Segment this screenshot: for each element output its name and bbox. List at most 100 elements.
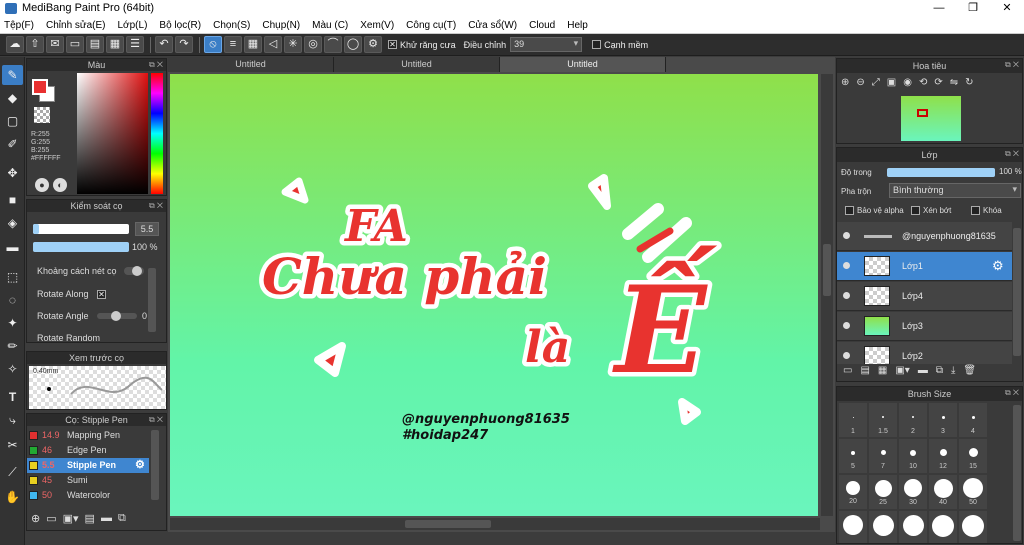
color-picker-icon[interactable]: ◐ — [53, 178, 67, 192]
brush-size-slider[interactable] — [33, 224, 129, 234]
layer-row[interactable]: Lớp3 — [837, 312, 1012, 341]
add-brush-icon[interactable]: ⊕ — [31, 512, 40, 528]
duplicate-layer-icon[interactable]: ⧉ — [936, 365, 943, 379]
panel-icon[interactable]: ▭ — [66, 36, 84, 53]
brush-size-cell[interactable] — [959, 511, 987, 543]
protect-alpha-option[interactable]: Bảo vệ alpha — [845, 206, 904, 215]
chat-icon[interactable]: ✉ — [46, 36, 64, 53]
layer-list-scrollbar[interactable] — [1013, 228, 1021, 356]
brush-size-cell[interactable]: 1 — [839, 403, 867, 437]
operation-tool-icon[interactable]: ⤷ — [2, 410, 23, 430]
copy-brush-icon[interactable]: ▤ — [85, 512, 95, 528]
clipping-option[interactable]: Xén bớt — [911, 206, 951, 215]
brush-size-cell[interactable]: 4 — [959, 403, 987, 437]
divide-tool-icon[interactable]: ✂ — [2, 435, 23, 455]
circle-snap-icon[interactable]: ◎ — [304, 36, 322, 53]
brush-menu-icon[interactable]: ▣▾ — [63, 512, 79, 528]
eye-icon[interactable] — [843, 292, 850, 299]
brush-size-cell[interactable] — [899, 511, 927, 543]
text-tool-icon[interactable]: T — [2, 387, 23, 407]
lock-option[interactable]: Khóa — [971, 206, 1002, 215]
layer-menu-icon[interactable]: ▣▾ — [895, 365, 909, 379]
tab-document-2[interactable]: Untitled — [334, 57, 500, 72]
brush-size-cell[interactable]: 7 — [869, 439, 897, 473]
bucket-tool-icon[interactable]: ◈ — [2, 213, 23, 233]
panel-detach-icon[interactable]: ⧉ ✕ — [149, 415, 163, 425]
horizontal-scrollbar[interactable] — [405, 520, 491, 528]
spacing-slider[interactable] — [124, 266, 144, 276]
rotate-left-icon[interactable]: ⟲ — [919, 77, 927, 93]
eye-icon[interactable] — [843, 352, 850, 359]
brush-size-scrollbar[interactable] — [1013, 405, 1021, 541]
reset-icon[interactable]: ↻ — [965, 77, 973, 93]
rotate-along-checkbox[interactable]: ✕ — [97, 289, 109, 300]
actual-size-icon[interactable]: ▣ — [887, 77, 896, 93]
menu-window[interactable]: Cửa sổ(W) — [468, 20, 517, 31]
minimize-button[interactable]: — — [922, 0, 956, 17]
brush-item[interactable]: 14.9 Mapping Pen — [27, 428, 149, 443]
panel-detach-icon[interactable]: ⧉ ✕ — [149, 60, 163, 70]
duplicate-brush-icon[interactable]: ⧉ — [118, 512, 126, 528]
panel-detach-icon[interactable]: ⧉ ✕ — [1005, 388, 1019, 398]
brush-item[interactable]: 46 Edge Pen — [27, 443, 149, 458]
new-brush-icon[interactable]: ▭ — [46, 512, 56, 528]
brush-size-cell[interactable]: 1.5 — [869, 403, 897, 437]
menu-snap[interactable]: Chụp(N) — [262, 20, 300, 31]
layer-folder-icon[interactable]: ▬ — [918, 365, 928, 379]
delete-layer-icon[interactable]: 🗑 — [963, 365, 976, 379]
close-button[interactable]: ✕ — [990, 0, 1024, 17]
grid-snap-icon[interactable]: ▦ — [244, 36, 262, 53]
panel-detach-icon[interactable]: ⧉ ✕ — [149, 201, 163, 211]
antialias-checkbox[interactable]: ✕ — [388, 40, 397, 49]
brush-size-cell[interactable] — [839, 511, 867, 543]
eyedropper-icon[interactable]: ⟋ — [2, 462, 23, 482]
brush-size-cell[interactable] — [929, 511, 957, 543]
vertical-scrollbar[interactable] — [823, 244, 831, 296]
soft-edge-option[interactable]: Cạnh mềm — [592, 40, 648, 50]
tab-document-3[interactable]: Untitled — [500, 57, 666, 72]
menu-file[interactable]: Tệp(F) — [4, 20, 34, 31]
hue-slider[interactable] — [151, 73, 163, 194]
layer-row[interactable]: @nguyenphuong81635 — [837, 222, 1012, 251]
new-raster-layer-icon[interactable]: ▤ — [860, 365, 869, 379]
rect-tool-icon[interactable]: ▢ — [2, 111, 23, 131]
menu-help[interactable]: Help — [567, 20, 588, 31]
merge-layer-icon[interactable]: ⤓ — [951, 365, 955, 379]
pen-tool-icon[interactable]: ✐ — [2, 134, 23, 154]
brush-item[interactable]: 45 Sumi — [27, 473, 149, 488]
brush-size-cell[interactable]: 12 — [929, 439, 957, 473]
menu-edit[interactable]: Chỉnh sửa(E) — [46, 20, 106, 31]
brush-size-cell[interactable]: 3 — [929, 403, 957, 437]
parallel-snap-icon[interactable]: ≡ — [224, 36, 242, 53]
no-snap-icon[interactable]: ⦸ — [204, 36, 222, 53]
transparent-color-swatch[interactable] — [34, 107, 50, 123]
cloud-icon[interactable]: ☁ — [6, 36, 24, 53]
gradient-tool-icon[interactable]: ▬ — [2, 237, 23, 257]
rotate-right-icon[interactable]: ⟳ — [934, 77, 942, 93]
grid-doc-icon[interactable]: ▦ — [106, 36, 124, 53]
upload-icon[interactable]: ⇧ — [26, 36, 44, 53]
brush-size-cell[interactable]: 15 — [959, 439, 987, 473]
document-icon[interactable]: ▤ — [86, 36, 104, 53]
brush-list-scrollbar[interactable] — [151, 430, 159, 500]
brush-size-cell[interactable]: 2 — [899, 403, 927, 437]
move-tool-icon[interactable]: ✥ — [2, 163, 23, 183]
radial-snap-icon[interactable]: ✳ — [284, 36, 302, 53]
brush-folder-icon[interactable]: ▬ — [101, 512, 112, 528]
layer-row-selected[interactable]: Lớp1 ⚙ — [837, 252, 1012, 281]
saturation-value-picker[interactable] — [77, 73, 148, 194]
brush-size-cell[interactable]: 30 — [899, 475, 927, 509]
palette-icon[interactable]: ● — [35, 178, 49, 192]
navigator-viewport[interactable] — [917, 109, 928, 117]
perspective-snap-icon[interactable]: ◁ — [264, 36, 282, 53]
brush-item[interactable]: 50 Watercolor — [27, 488, 149, 503]
menu-color[interactable]: Màu (C) — [312, 20, 348, 31]
brush-size-value[interactable]: 5.5 — [135, 222, 159, 236]
brush-size-cell[interactable]: 20 — [839, 475, 867, 509]
gear-icon[interactable]: ⚙ — [992, 258, 1004, 274]
menu-view[interactable]: Xem(V) — [360, 20, 394, 31]
eye-icon[interactable] — [843, 262, 850, 269]
curve-snap-icon[interactable]: ⌒ — [324, 36, 342, 53]
new-text-layer-icon[interactable]: ▦ — [878, 365, 887, 379]
layer-row[interactable]: Lớp4 — [837, 282, 1012, 311]
